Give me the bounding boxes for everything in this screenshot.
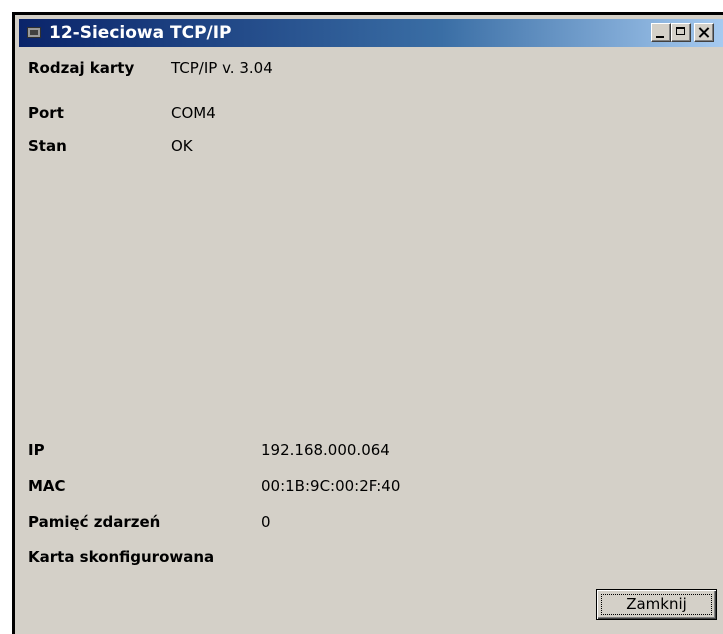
maximize-icon[interactable] (671, 23, 691, 42)
close-button-label: Zamknij (626, 595, 687, 613)
event-memory-value: 0 (261, 513, 271, 531)
close-button[interactable]: Zamknij (596, 589, 717, 620)
port-value: COM4 (171, 104, 216, 122)
mac-value: 00:1B:9C:00:2F:40 (261, 477, 401, 495)
ip-label: IP (28, 441, 45, 459)
title-bar[interactable]: 12-Sieciowa TCP/IP (19, 19, 723, 47)
mac-label: MAC (28, 477, 66, 495)
app-icon (27, 27, 41, 38)
status-value: OK (171, 137, 193, 155)
window-title: 12-Sieciowa TCP/IP (49, 23, 232, 43)
ip-value: 192.168.000.064 (261, 441, 390, 459)
card-type-label: Rodzaj karty (28, 59, 135, 77)
card-configured-label: Karta skonfigurowana (28, 548, 215, 566)
event-memory-label: Pamięć zdarzeń (28, 513, 161, 531)
minimize-icon[interactable] (651, 23, 671, 42)
dialog-window: 12-Sieciowa TCP/IP Rodzaj karty TCP/IP v… (12, 12, 723, 634)
status-label: Stan (28, 137, 67, 155)
card-type-value: TCP/IP v. 3.04 (171, 59, 273, 77)
port-label: Port (28, 104, 64, 122)
close-icon[interactable] (694, 23, 714, 42)
